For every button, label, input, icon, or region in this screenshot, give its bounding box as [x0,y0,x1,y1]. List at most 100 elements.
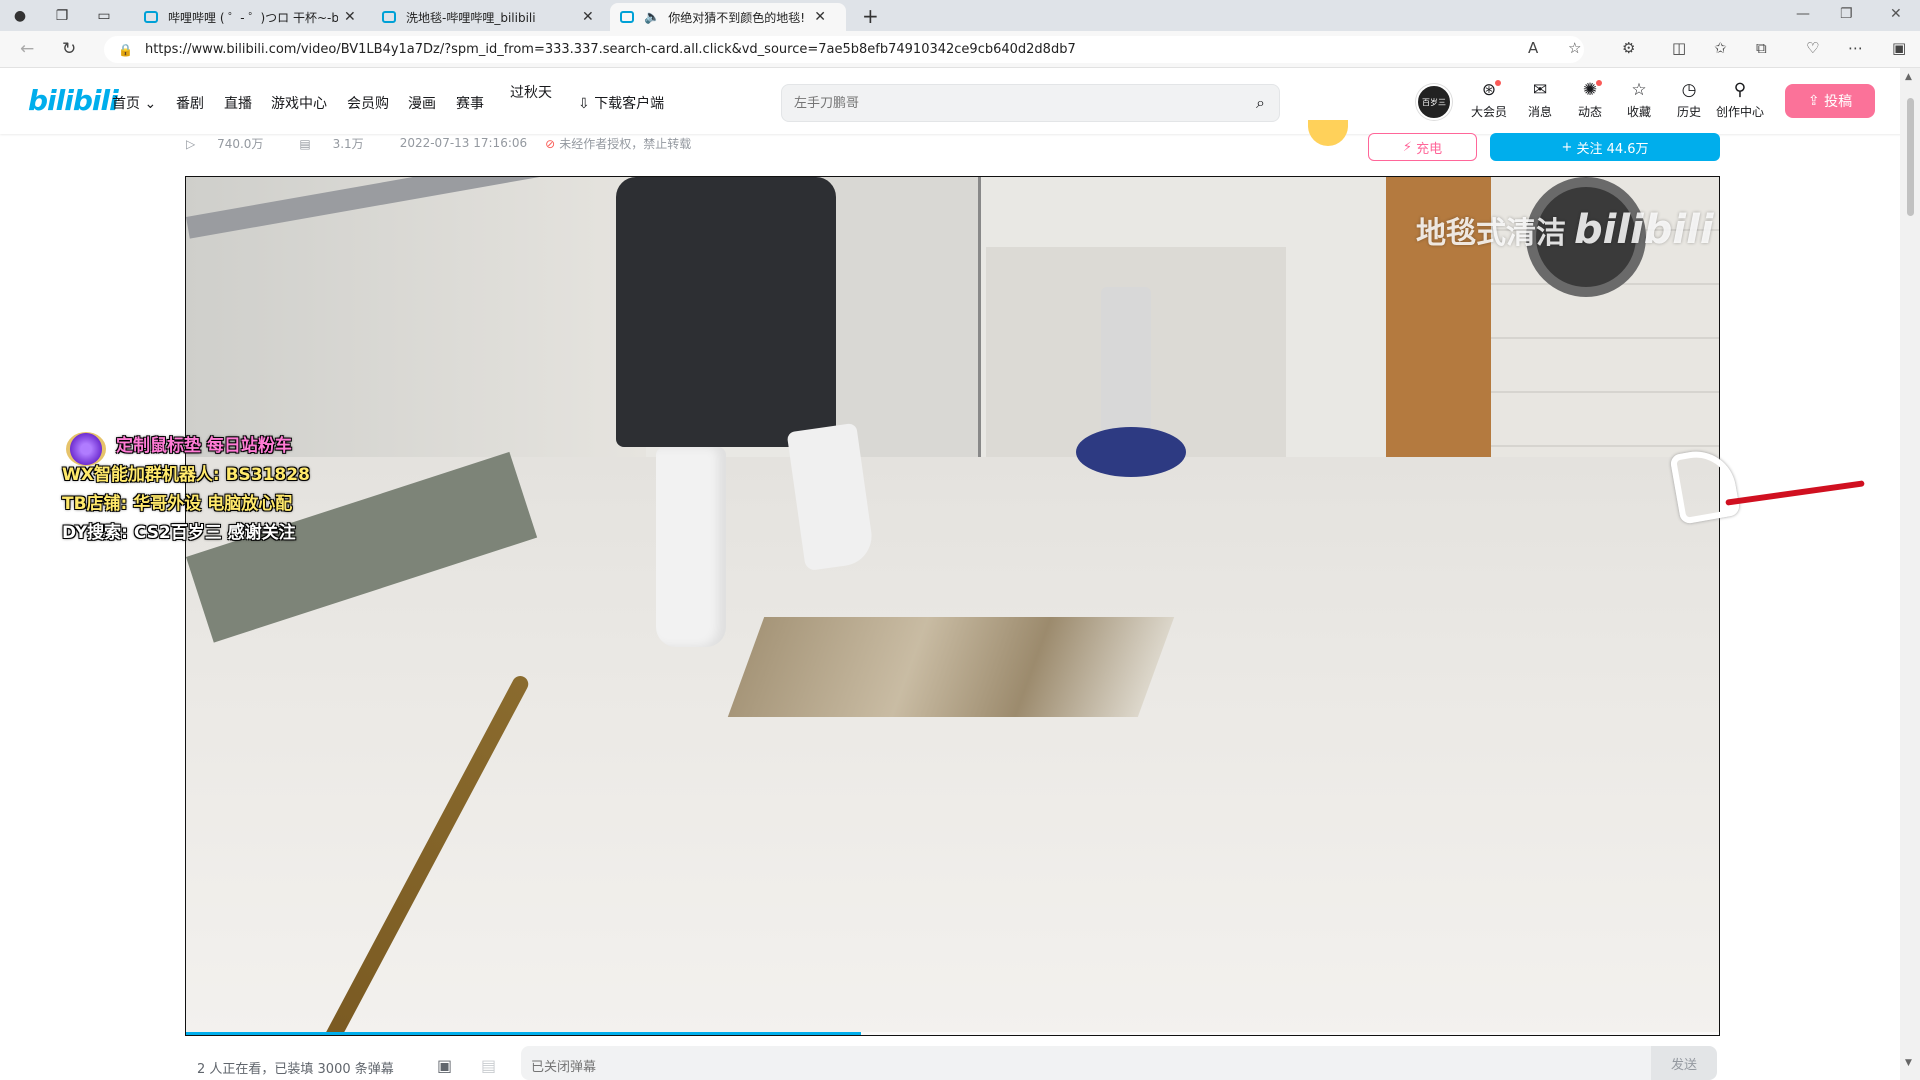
play-icon: ▷ [186,136,196,151]
close-tab-icon[interactable]: ✕ [582,9,594,25]
workspaces-icon[interactable]: ❐ [52,6,72,26]
follow-label: 关注 44.6万 [1576,141,1649,157]
send-button[interactable]: 发送 [1651,1046,1717,1080]
danmaku-value: 3.1万 [332,136,364,151]
nav-game-center[interactable]: 游戏中心 [271,93,327,113]
progress-bar[interactable] [186,1032,1719,1035]
nav-match[interactable]: 赛事 [456,93,484,113]
extensions-icon[interactable]: ⚙ [1622,39,1635,57]
scrollbar-thumb[interactable] [1907,98,1914,216]
bilibili-favicon-icon [620,11,634,23]
header-dynamic[interactable]: ✺ 动态 [1566,80,1614,120]
header-icon-label: 创作中心 [1716,105,1765,119]
diamond-badge-icon [66,432,106,466]
header-icon-label: 大会员 [1470,105,1507,119]
clock-icon: ◷ [1681,80,1697,100]
tab-title: 哔哩哔哩 ( ゜- ゜)つロ 干杯~-bilibili [168,10,338,25]
favorites-icon[interactable]: ✩ [1714,39,1727,57]
read-aloud-icon[interactable]: A [1528,39,1538,57]
favorite-star-icon[interactable]: ☆ [1568,39,1581,57]
vip-icon: ⊛ [1465,80,1513,100]
nav-label: 首页 [112,96,140,112]
upload-label: 投稿 [1824,94,1853,110]
page-scrollbar[interactable]: ▲ ▼ [1900,68,1920,1080]
video-scene-machine-base [1076,427,1186,477]
browser-essentials-icon[interactable]: ♡ [1806,39,1819,57]
window-close-icon[interactable]: ✕ [1890,6,1902,22]
charge-label: 充电 [1416,141,1443,157]
tab-actions-icon[interactable]: ▭ [94,6,114,26]
video-scene-stain [727,617,1175,717]
overlay-line: WX智能加群机器人: BS31828 [62,465,310,485]
signature-stroke [1725,480,1865,506]
copyright-notice: ⊘ 未经作者授权，禁止转载 [545,135,709,152]
star-icon: ☆ [1631,80,1647,100]
avatar[interactable]: 百岁三 [1416,84,1452,120]
nav-autumn-event[interactable]: 过秋天 [510,82,552,102]
viewer-info: 2 人正在看，已装填 3000 条弹幕 [197,1062,394,1077]
video-meta: ▷ 740.0万 ▤ 3.1万 2022-07-13 17:16:06 ⊘ 未经作… [186,134,727,152]
browser-tab-strip: ● ❐ ▭ 哔哩哔哩 ( ゜- ゜)つロ 干杯~-bilibili ✕ 洗地毯-… [0,0,1920,31]
minimize-icon[interactable]: — [1796,6,1810,22]
notice-text: 未经作者授权，禁止转载 [559,136,692,151]
speaker-icon[interactable]: 🔈 [644,10,660,25]
tab-title: 你绝对猜不到颜色的地毯! [668,10,805,25]
browser-tab-2[interactable]: 洗地毯-哔哩哔哩_bilibili ✕ [372,3,604,31]
restore-icon[interactable]: ❐ [1840,6,1853,22]
browser-tab-1[interactable]: 哔哩哔哩 ( ゜- ゜)つロ 干杯~-bilibili ✕ [134,3,366,31]
address-bar-row: ← ↻ 🔒 https://www.bilibili.com/video/BV1… [0,31,1920,68]
header-messages[interactable]: ✉ 消息 [1516,80,1564,120]
follow-button[interactable]: + 关注 44.6万 [1490,133,1720,161]
overlay-ad: 定制鼠标垫 每日站粉车 WX智能加群机器人: BS31828 TB店铺: 华哥外… [62,432,382,548]
video-player[interactable]: 地毯式清洁 bilibili [185,176,1720,1036]
charge-button[interactable]: ⚡ 充电 [1368,133,1477,161]
upload-button[interactable]: ⇪ 投稿 [1785,84,1875,118]
header-favorites[interactable]: ☆ 收藏 [1615,80,1663,120]
close-tab-icon[interactable]: ✕ [814,9,826,25]
nav-live[interactable]: 直播 [224,93,252,113]
watermark-logo: bilibili [1574,207,1714,253]
header-creator-center[interactable]: ⚲ 创作中心 [1716,80,1764,120]
collections-icon[interactable]: ⧉ [1756,39,1767,57]
lock-icon[interactable]: 🔒 [118,43,133,57]
close-tab-icon[interactable]: ✕ [344,9,356,25]
new-tab-icon[interactable]: + [862,4,879,28]
header-vip[interactable]: ⊛ 大会员 [1465,80,1513,120]
header-icon-label: 消息 [1527,105,1552,119]
nav-manga[interactable]: 漫画 [408,93,436,113]
split-screen-icon[interactable]: ◫ [1672,39,1686,57]
danmaku-input-box [521,1046,1651,1080]
more-menu-icon[interactable]: ⋯ [1848,39,1863,57]
danmaku-input[interactable] [531,1057,1331,1077]
browser-tab-3-active[interactable]: 🔈 你绝对猜不到颜色的地毯! ✕ [610,3,846,31]
video-watermark: 地毯式清洁 bilibili [1416,207,1714,253]
back-icon[interactable]: ← [20,39,34,59]
plus-icon: + [1561,139,1573,155]
profile-icon[interactable]: ● [10,6,30,26]
chevron-down-icon: ⌄ [144,96,157,112]
nav-download-client[interactable]: ⇩ 下载客户端 [578,93,664,113]
bilibili-logo[interactable]: bilibili [28,84,119,117]
scroll-up-icon[interactable]: ▲ [1905,72,1912,82]
nav-home[interactable]: 首页 ⌄ [112,93,156,113]
url-text[interactable]: https://www.bilibili.com/video/BV1LB4y1a… [145,42,1076,57]
search-input[interactable] [794,93,1214,113]
overlay-line: TB店铺: 华哥外设 电脑放心配 [62,494,293,514]
tab-title: 洗地毯-哔哩哔哩_bilibili [406,10,536,25]
overlay-line: 定制鼠标垫 每日站粉车 [116,436,292,456]
sidebar-toggle-icon[interactable]: ▣ [1892,39,1906,57]
progress-fill [186,1032,862,1035]
url-field[interactable]: 🔒 https://www.bilibili.com/video/BV1LB4y… [104,36,1584,63]
header-history[interactable]: ◷ 历史 [1665,80,1713,120]
search-icon[interactable]: ⌕ [1256,93,1265,113]
message-icon: ✉ [1532,80,1548,100]
refresh-icon[interactable]: ↻ [62,39,76,59]
nav-bangumi[interactable]: 番剧 [176,93,204,113]
danmaku-settings-icon[interactable]: ▤ [481,1056,496,1075]
site-header: bilibili 首页 ⌄ 番剧 直播 游戏中心 会员购 漫画 赛事 过秋天 ⇩… [0,68,1910,134]
scroll-down-icon[interactable]: ▼ [1905,1058,1912,1068]
nav-mall[interactable]: 会员购 [347,93,389,113]
download-icon: ⇩ [578,96,590,112]
danmaku-toggle-icon[interactable]: ▣ [437,1056,452,1075]
publish-date: 2022-07-13 17:16:06 [399,136,528,150]
